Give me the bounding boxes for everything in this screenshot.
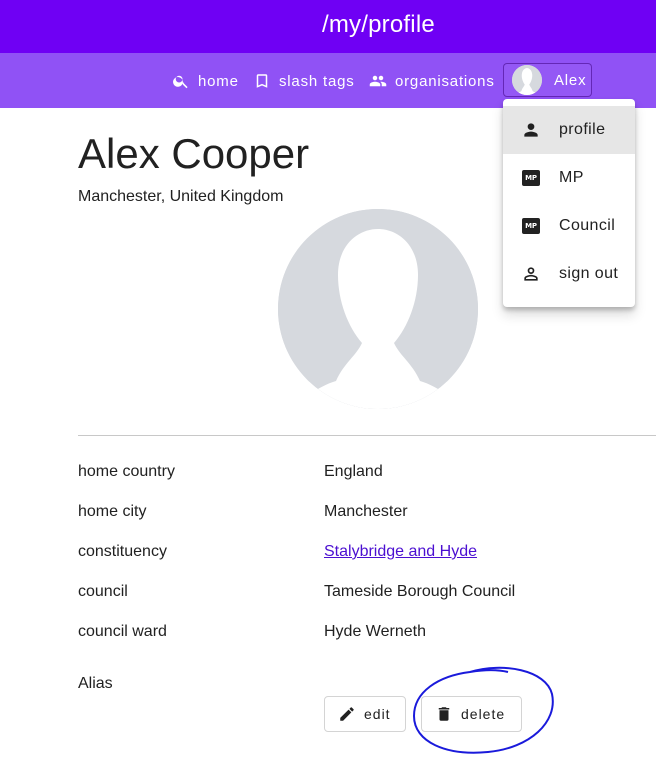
menu-item-label: profile [559, 121, 606, 138]
menu-item-label: MP [559, 169, 584, 186]
field-label-alias: Alias [78, 675, 113, 692]
nav-organisations-label: organisations [395, 72, 495, 90]
profile-location: Manchester, United Kingdom [78, 188, 284, 205]
menu-item-sign-out[interactable]: sign out [503, 250, 635, 298]
constituency-link[interactable]: Stalybridge and Hyde [324, 543, 477, 561]
mp-badge-text: MP [522, 218, 540, 234]
mp-badge-icon: MP [521, 216, 541, 236]
avatar-silhouette-icon [512, 65, 542, 95]
divider [78, 435, 656, 436]
delete-label: delete [461, 706, 506, 722]
pencil-icon [340, 707, 354, 721]
nav-slash-tags-label: slash tags [279, 72, 355, 90]
field-label-constituency: constituency [78, 543, 167, 560]
mp-badge-text: MP [522, 170, 540, 186]
profile-avatar [278, 209, 478, 409]
field-value-home-country: England [324, 463, 383, 480]
field-label-council-ward: council ward [78, 623, 167, 640]
edit-button[interactable]: edit [324, 696, 406, 732]
people-icon [369, 75, 387, 87]
field-label-home-country: home country [78, 463, 175, 480]
bookmark-icon [256, 74, 268, 88]
edit-label: edit [364, 706, 391, 722]
menu-item-label: sign out [559, 265, 619, 282]
delete-button[interactable]: delete [421, 696, 522, 732]
avatar-silhouette-icon [278, 209, 478, 409]
mp-badge-icon: MP [521, 168, 541, 188]
field-label-home-city: home city [78, 503, 147, 520]
user-menu-button[interactable]: Alex [503, 63, 592, 97]
field-value-home-city: Manchester [324, 503, 408, 520]
menu-item-council[interactable]: MP Council [503, 202, 635, 250]
nav-slash-tags[interactable]: slash tags [253, 71, 355, 91]
app-bar: /my/profile [0, 0, 656, 53]
page-title: /my/profile [322, 11, 435, 38]
menu-item-mp[interactable]: MP MP [503, 154, 635, 202]
field-label-council: council [78, 583, 128, 600]
field-value-council: Tameside Borough Council [324, 583, 516, 600]
trash-icon [438, 707, 450, 721]
user-dropdown-menu: profile MP MP MP Council sign out [503, 99, 635, 307]
menu-item-label: Council [559, 217, 616, 234]
nav-home-label: home [198, 72, 239, 90]
nav-organisations[interactable]: organisations [369, 71, 495, 91]
person-outline-icon [521, 264, 541, 284]
avatar [512, 65, 542, 95]
search-icon [173, 75, 188, 89]
person-icon [521, 120, 541, 140]
field-value-council-ward: Hyde Werneth [324, 623, 426, 640]
nav-home[interactable]: home [172, 71, 239, 91]
menu-item-profile[interactable]: profile [503, 106, 635, 154]
user-name: Alex [554, 71, 587, 89]
profile-name: Alex Cooper [78, 130, 310, 177]
